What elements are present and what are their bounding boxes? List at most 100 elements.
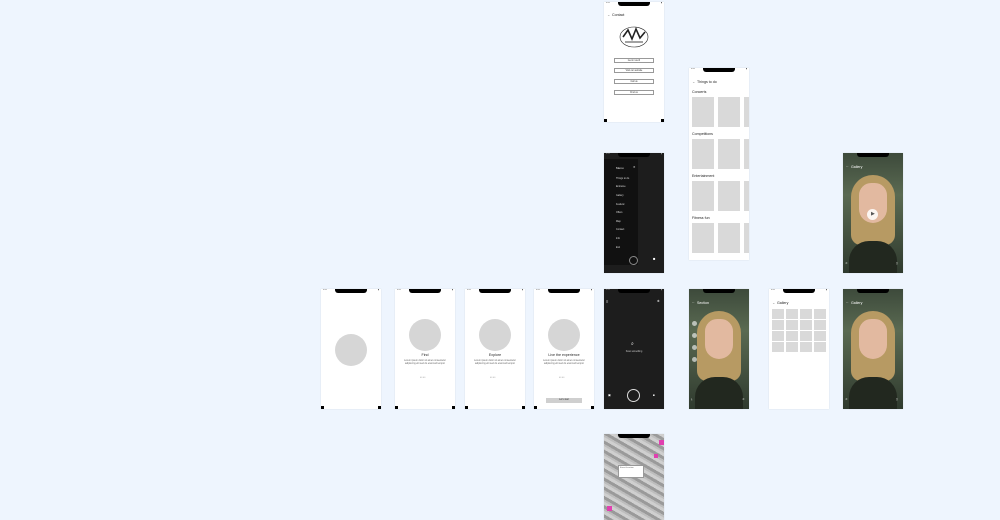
event-tile[interactable] [744,223,749,253]
side-bubble[interactable] [692,321,697,326]
event-tile[interactable] [744,181,749,211]
gallery-thumbnail[interactable] [772,309,784,319]
shutter-button[interactable] [627,389,640,402]
video-icon[interactable]: ■ [653,257,655,261]
download-icon[interactable]: ⤓ [691,398,692,401]
corner [604,119,607,122]
section-label: Competitions [692,132,713,136]
page-dots[interactable]: • • • • [559,376,564,379]
gallery-thumbnail[interactable] [814,309,826,319]
gallery-thumbnail[interactable] [772,342,784,352]
logo-graffiti [619,26,649,48]
status-bar: 9:41 ▮ [606,153,662,157]
thumbnail-grid [772,309,828,352]
corner [522,406,525,409]
event-tile[interactable] [692,97,714,127]
gallery-thumbnail[interactable] [814,342,826,352]
video-icon[interactable]: ■ [653,394,655,397]
event-tile[interactable] [692,139,714,169]
gallery-thumbnail[interactable] [814,320,826,330]
menu-item[interactable]: Offers [616,211,622,214]
share-icon[interactable]: ⋖ [845,398,848,401]
status-time: 9:41 [606,153,610,155]
gallery-thumbnail[interactable] [800,342,812,352]
portrait-photo [689,289,749,409]
status-time: 9:41 [536,289,540,291]
back-arrow-icon[interactable]: ← [846,165,849,168]
gallery-thumbnail[interactable] [800,331,812,341]
map-marker[interactable] [654,454,658,458]
onboarding-title: Live the experience [548,353,580,357]
event-tile[interactable] [744,97,749,127]
back-arrow-icon[interactable]: ← [772,301,776,305]
visit-website-button[interactable]: Visit our website [614,68,654,73]
status-time: 9:41 [771,289,775,291]
lets-start-button[interactable]: Let's start [546,398,582,403]
gallery-thumbnail[interactable] [786,320,798,330]
share-icon[interactable]: ⋖ [742,398,745,401]
close-icon[interactable]: ✕ [633,165,636,169]
menu-item[interactable]: Gallery [616,194,624,197]
menu-item[interactable]: Info [616,237,620,240]
back-arrow-icon[interactable]: ← [692,80,696,84]
gallery-icon[interactable]: ▣ [608,394,611,397]
things-to-do-screen: 9:41 ▮ ← Things to do Concerts Competitio… [689,68,749,260]
battery-icon: ▮ [590,289,592,291]
gallery-thumbnail[interactable] [772,320,784,330]
hamburger-menu-icon[interactable]: ≡ [606,300,608,304]
corner [452,406,455,409]
shutter-button[interactable] [629,256,638,265]
event-tile[interactable] [718,97,740,127]
menu-item[interactable]: Exit [616,246,620,249]
page-dots[interactable]: • • • • [420,376,425,379]
back-arrow-icon[interactable]: ← [846,301,849,304]
back-arrow-icon[interactable]: ← [692,301,695,304]
find-us-button[interactable]: Find us [614,90,654,95]
corner [378,406,381,409]
gallery-thumbnail[interactable] [786,342,798,352]
status-time: 9:41 [606,289,610,291]
page-dots[interactable]: • • • • [490,376,495,379]
call-us-button[interactable]: Call us [614,79,654,84]
event-tile[interactable] [692,223,714,253]
map-marker[interactable] [659,440,664,445]
gallery-thumbnail[interactable] [814,331,826,341]
battery-icon: ▮ [825,289,827,291]
gallery-thumbnail[interactable] [800,309,812,319]
status-time: 9:41 [323,289,327,291]
menu-item[interactable]: Entrance [616,185,626,188]
status-time: 9:41 [691,68,695,70]
notch [618,434,650,438]
delete-icon[interactable]: ▯ [896,262,898,265]
event-tile[interactable] [718,181,740,211]
gallery-thumbnail[interactable] [800,320,812,330]
illustration-placeholder [409,319,441,351]
gallery-thumbnail[interactable] [772,331,784,341]
battery-icon: ▮ [660,289,662,291]
gallery-thumbnail[interactable] [786,331,798,341]
event-tile[interactable] [718,223,740,253]
menu-item[interactable]: Map [616,220,621,223]
event-tile[interactable] [744,139,749,169]
delete-icon[interactable]: ▯ [896,398,898,401]
menu-item[interactable]: Contact [616,228,624,231]
battery-icon: ▮ [377,289,379,291]
get-in-touch-button[interactable]: Get in touch [614,58,654,63]
map-marker[interactable] [607,506,612,511]
portrait-photo [843,289,903,409]
menu-item[interactable]: Things to do [616,177,629,180]
gallery-grid-screen: 9:41 ▮ ← Gallery [769,289,829,409]
contact-title: Contact [612,13,625,17]
side-bubble[interactable] [692,345,697,350]
search-icon[interactable]: ⌕ [631,342,634,347]
share-icon[interactable]: ⋖ [845,262,848,265]
side-bubble[interactable] [692,333,697,338]
event-tile[interactable] [718,139,740,169]
event-tile[interactable] [692,181,714,211]
back-arrow-icon[interactable]: ← [607,13,611,17]
menu-item[interactable]: Festival [616,203,624,206]
gallery-photo-screen-2: ← Gallery ⋖ ▯ [843,289,903,409]
gallery-thumbnail[interactable] [786,309,798,319]
settings-icon[interactable]: ✻ [657,300,660,303]
side-bubble[interactable] [692,357,697,362]
